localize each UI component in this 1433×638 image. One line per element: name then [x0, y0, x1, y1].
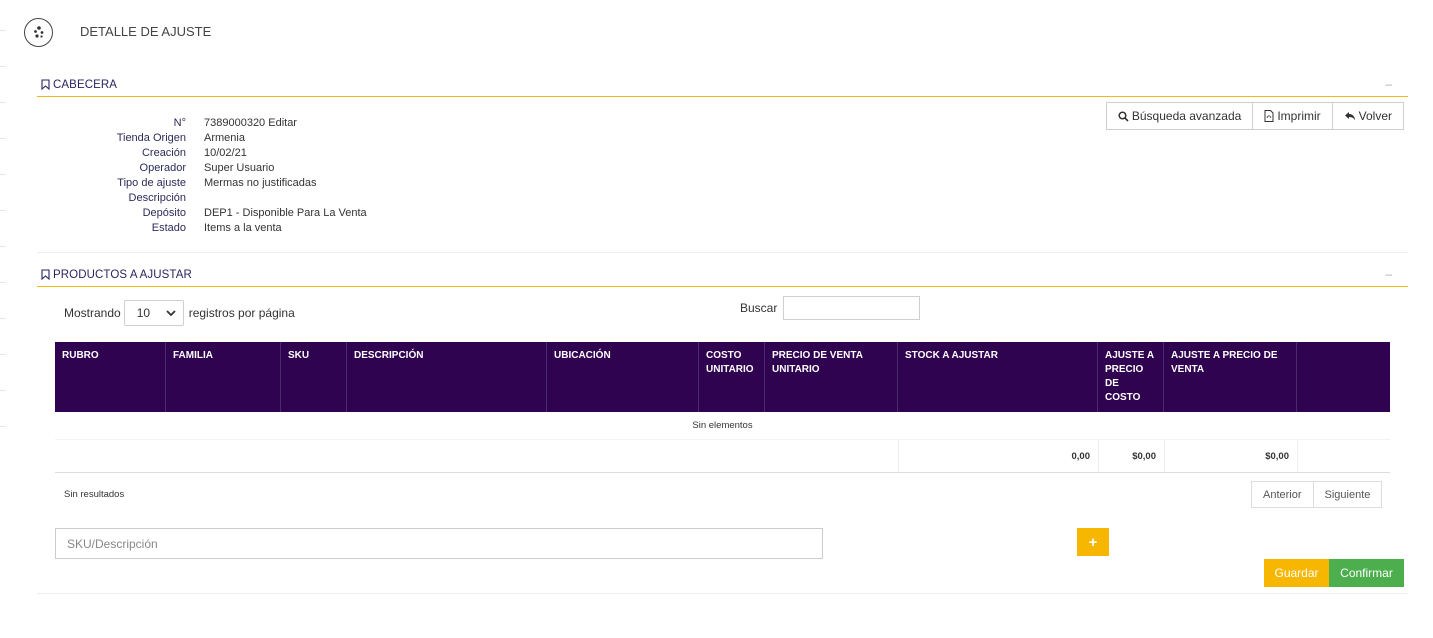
detail-value: 10/02/21	[204, 147, 247, 159]
detail-row-deposito: Depósito DEP1 - Disponible Para La Venta	[40, 206, 367, 221]
detail-label: Descripción	[128, 192, 186, 204]
page-title: DETALLE DE AJUSTE	[80, 24, 212, 39]
cabecera-title: CABECERA	[53, 78, 118, 91]
pagination-next-button[interactable]: Siguiente	[1312, 481, 1383, 508]
page-length-control: Mostrando 10 registros por página	[64, 300, 295, 326]
column-header-ajuste-precio-costo[interactable]: AJUSTE A PRECIO DE COSTO	[1098, 342, 1164, 412]
pagination-previous-button[interactable]: Anterior	[1251, 481, 1314, 508]
cabecera-details: N° 7389000320 Editar Tienda Origen Armen…	[40, 116, 367, 236]
column-header-ajuste-precio-venta[interactable]: AJUSTE A PRECIO DE VENTA	[1164, 342, 1297, 412]
top-bar	[24, 17, 53, 47]
column-header-familia[interactable]: FAMILIA	[166, 342, 281, 412]
column-header-precio-venta-unitario[interactable]: PRECIO DE VENTA UNITARIO	[765, 342, 898, 412]
productos-table: RUBRO FAMILIA SKU DESCRIPCIÓN UBICACIÓN …	[55, 342, 1390, 473]
sku-description-input[interactable]: SKU/Descripción	[55, 528, 823, 559]
column-header-actions	[1297, 342, 1390, 412]
pagination: Anterior Siguiente	[1251, 481, 1383, 508]
total-stock: 0,00	[898, 440, 1098, 472]
search-icon	[1118, 110, 1129, 122]
detail-value: Armenia	[204, 132, 245, 144]
confirmar-button[interactable]: Confirmar	[1329, 559, 1404, 587]
search-label: Buscar	[740, 301, 778, 315]
productos-section-header[interactable]: PRODUCTOS A AJUSTAR –	[37, 263, 1408, 287]
add-product-button[interactable]: +	[1077, 528, 1109, 556]
reply-icon	[1344, 112, 1355, 121]
imprimir-label: Imprimir	[1277, 109, 1321, 123]
detail-value[interactable]: 7389000320 Editar	[204, 116, 297, 131]
detail-label: Tienda Origen	[116, 132, 186, 144]
detail-label: Tipo de ajuste	[117, 177, 186, 189]
totals-spacer	[55, 440, 898, 472]
imprimir-button[interactable]: Imprimir	[1252, 102, 1333, 130]
table-header: RUBRO FAMILIA SKU DESCRIPCIÓN UBICACIÓN …	[55, 342, 1390, 412]
search-input[interactable]	[783, 296, 921, 320]
section-divider	[37, 252, 1408, 253]
detail-value: Items a la venta	[204, 222, 282, 234]
detail-label: N°	[173, 117, 186, 129]
detail-label: Operador	[139, 162, 186, 174]
pdf-file-icon	[1264, 110, 1274, 122]
detail-value: Super Usuario	[204, 162, 275, 174]
footer-divider	[37, 593, 1408, 594]
detail-row-numero: N° 7389000320 Editar	[40, 116, 367, 131]
chevron-down-icon	[166, 309, 176, 316]
detail-row-creacion: Creación 10/02/21	[40, 146, 367, 161]
app-logo-icon[interactable]	[24, 17, 53, 47]
bookmark-icon	[41, 269, 50, 280]
productos-title: PRODUCTOS A AJUSTAR	[53, 268, 192, 281]
totals-actions-cell	[1297, 440, 1390, 472]
total-ajuste-costo: $0,00	[1098, 440, 1164, 472]
column-header-sku[interactable]: SKU	[281, 342, 347, 412]
left-edge-ruler	[0, 0, 8, 638]
column-header-stock-a-ajustar[interactable]: STOCK A AJUSTAR	[898, 342, 1098, 412]
detail-label: Depósito	[142, 207, 186, 219]
collapse-productos-icon[interactable]: –	[1385, 267, 1392, 281]
volver-label: Volver	[1358, 109, 1392, 123]
cabecera-actions: Búsqueda avanzada Imprimir Volver	[1105, 102, 1404, 130]
collapse-cabecera-icon[interactable]: –	[1385, 77, 1392, 91]
detail-row-estado: Estado Items a la venta	[40, 221, 367, 236]
column-header-costo-unitario[interactable]: COSTO UNITARIO	[699, 342, 765, 412]
page-length-select[interactable]: 10	[123, 300, 184, 326]
detail-label: Estado	[151, 222, 186, 234]
column-header-ubicacion[interactable]: UBICACIÓN	[547, 342, 699, 412]
bookmark-icon	[41, 79, 50, 90]
table-empty-message: Sin elementos	[55, 412, 1390, 440]
column-header-descripcion[interactable]: DESCRIPCIÓN	[347, 342, 547, 412]
length-prefix: Mostrando	[64, 306, 121, 320]
detail-row-tipo-ajuste: Tipo de ajuste Mermas no justificadas	[40, 176, 367, 191]
column-header-rubro[interactable]: RUBRO	[55, 342, 166, 412]
table-totals-row: 0,00 $0,00 $0,00	[55, 440, 1390, 473]
table-info: Sin resultados	[64, 489, 125, 500]
cabecera-section-header[interactable]: CABECERA –	[37, 73, 1408, 97]
detail-row-descripcion: Descripción	[40, 191, 367, 206]
detail-row-operador: Operador Super Usuario	[40, 161, 367, 176]
busqueda-avanzada-label: Búsqueda avanzada	[1131, 109, 1242, 123]
volver-button[interactable]: Volver	[1331, 102, 1404, 130]
guardar-button[interactable]: Guardar	[1264, 559, 1329, 587]
page-length-value: 10	[136, 306, 151, 320]
detail-row-tienda-origen: Tienda Origen Armenia	[40, 131, 367, 146]
total-ajuste-venta: $0,00	[1164, 440, 1297, 472]
length-suffix: registros por página	[188, 306, 295, 320]
detail-label: Creación	[141, 147, 186, 159]
detail-value: Mermas no justificadas	[204, 177, 317, 189]
table-search: Buscar	[740, 296, 921, 320]
busqueda-avanzada-button[interactable]: Búsqueda avanzada	[1105, 102, 1254, 130]
detail-value: DEP1 - Disponible Para La Venta	[204, 207, 367, 219]
